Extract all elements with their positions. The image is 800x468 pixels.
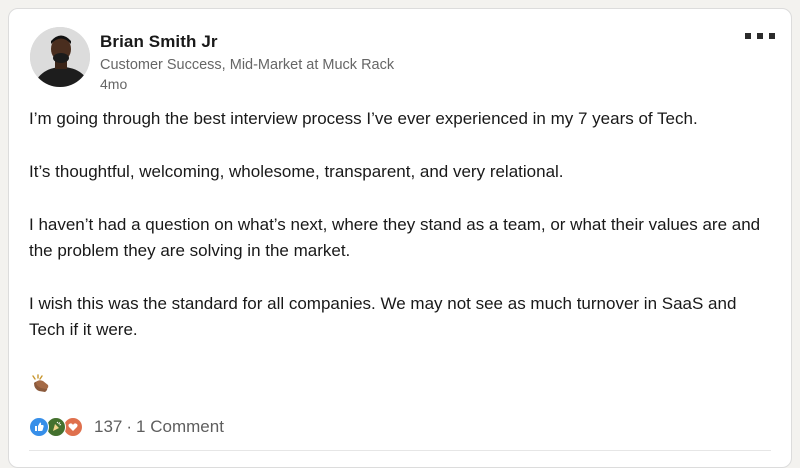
separator-dot: ·: [126, 417, 133, 436]
author-headline: Customer Success, Mid-Market at Muck Rac…: [100, 57, 395, 73]
avatar[interactable]: [30, 27, 90, 87]
like-icon: [29, 417, 49, 437]
post-timestamp: 4mo: [100, 76, 128, 92]
clapping-hands-icon: [29, 374, 51, 394]
more-options-button[interactable]: [745, 29, 775, 43]
comments-link[interactable]: 1 Comment: [136, 416, 224, 438]
celebrate-icon: [46, 417, 66, 437]
post-paragraph: I wish this was the standard for all com…: [29, 294, 737, 339]
more-dot-icon: [745, 33, 751, 39]
profile-photo: [30, 27, 90, 87]
post-card: Brian Smith Jr Customer Success, Mid-Mar…: [8, 8, 792, 468]
social-counts: 137 · 1 Comment: [29, 415, 224, 439]
post-paragraph: I haven’t had a question on what’s next,…: [29, 215, 761, 260]
reaction-count[interactable]: 137: [94, 416, 122, 438]
author-name[interactable]: Brian Smith Jr: [100, 31, 394, 53]
reactions-stack[interactable]: [29, 417, 83, 437]
more-dot-icon: [769, 33, 775, 39]
post-paragraph: I’m going through the best interview pro…: [29, 109, 698, 128]
divider: [29, 450, 771, 451]
post-body: I’m going through the best interview pro…: [29, 106, 769, 370]
love-icon: [63, 417, 83, 437]
more-dot-icon: [757, 33, 763, 39]
post-paragraph: It’s thoughtful, welcoming, wholesome, t…: [29, 162, 564, 181]
author-info: Brian Smith Jr Customer Success, Mid-Mar…: [100, 31, 394, 93]
